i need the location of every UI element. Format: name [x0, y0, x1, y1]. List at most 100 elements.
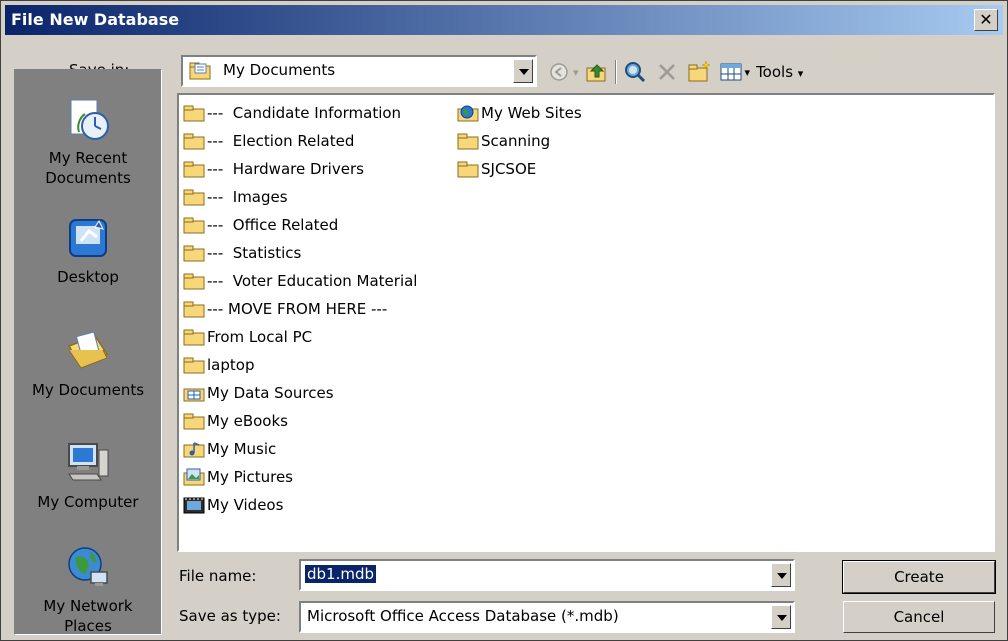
list-item-label: laptop	[207, 356, 255, 374]
list-item-label: --- Election Related	[207, 132, 355, 150]
save-as-type-label-text: Save as type:	[179, 607, 281, 625]
save-as-type-dropdown-arrow[interactable]	[771, 605, 791, 629]
place-label: Desktop	[57, 268, 119, 286]
list-item[interactable]: --- Voter Education Material	[183, 269, 417, 293]
up-one-level-icon[interactable]	[585, 60, 609, 84]
list-item[interactable]: From Local PC	[183, 325, 312, 349]
search-web-icon[interactable]	[623, 60, 647, 84]
save-as-type-value: Microsoft Office Access Database (*.mdb)	[307, 607, 619, 625]
file-new-database-dialog: File New Database ✕ Save in: My Document…	[0, 0, 1008, 641]
dialog-title: File New Database	[11, 10, 180, 29]
place-my-network-places[interactable]: My Network Places	[15, 544, 161, 636]
back-icon[interactable]	[547, 60, 571, 84]
list-item-label: My Music	[207, 440, 277, 458]
place-my-computer[interactable]: My Computer	[15, 440, 161, 512]
folder-icon	[183, 356, 205, 374]
list-item-label: --- Images	[207, 188, 288, 206]
list-item-label: My Web Sites	[481, 104, 582, 122]
file-name-input[interactable]: db1.mdb	[299, 559, 795, 591]
list-item-label: --- Candidate Information	[207, 104, 402, 122]
folder-icon	[183, 104, 205, 122]
title-bar[interactable]: File New Database ✕	[5, 5, 1003, 35]
place-label: My Network	[43, 597, 133, 615]
music-folder-icon	[183, 440, 205, 458]
list-item[interactable]: --- MOVE FROM HERE ---	[183, 297, 387, 321]
new-folder-icon[interactable]	[687, 60, 711, 84]
save-in-dropdown[interactable]: My Documents	[181, 55, 537, 87]
file-name-dropdown-arrow[interactable]	[771, 563, 791, 587]
save-in-value: My Documents	[223, 61, 336, 79]
list-item-label: --- MOVE FROM HERE ---	[207, 300, 388, 318]
save-in-dropdown-arrow[interactable]	[513, 59, 533, 83]
folder-icon	[183, 272, 205, 290]
list-item[interactable]: My Music	[183, 437, 276, 461]
views-dropdown-icon[interactable]: ▾	[745, 66, 751, 79]
list-item[interactable]: --- Images	[183, 185, 288, 209]
list-item-label: My Data Sources	[207, 384, 334, 402]
list-item[interactable]: My Videos	[183, 493, 283, 517]
folder-icon	[457, 160, 479, 178]
cancel-button[interactable]: Cancel	[843, 601, 995, 633]
recent-documents-icon	[65, 96, 111, 142]
list-item-label: Scanning	[481, 132, 551, 150]
place-label-line2: Documents	[45, 169, 131, 187]
back-dropdown-icon[interactable]: ▾	[573, 66, 579, 79]
tools-dropdown-icon: ▾	[797, 67, 804, 80]
list-item-label: My Videos	[207, 496, 284, 514]
place-label-line2: Places	[64, 617, 112, 635]
tools-label: Tools	[756, 63, 794, 81]
list-item[interactable]: My eBooks	[183, 409, 288, 433]
cancel-button-label: Cancel	[893, 608, 945, 626]
place-label: My Computer	[37, 493, 139, 511]
views-icon[interactable]	[719, 60, 743, 84]
desktop-icon	[65, 215, 111, 261]
list-item[interactable]: Scanning	[457, 129, 550, 153]
list-item-label: My Pictures	[207, 468, 293, 486]
my-documents-icon	[189, 61, 211, 81]
my-documents-icon	[65, 328, 111, 374]
tools-menu[interactable]: Tools ▾	[756, 63, 803, 81]
network-places-icon	[65, 544, 111, 590]
list-item-label: From Local PC	[207, 328, 313, 346]
list-item[interactable]: --- Candidate Information	[183, 101, 401, 125]
file-list[interactable]: --- Candidate Information --- Election Re…	[177, 93, 995, 552]
list-item[interactable]: My Data Sources	[183, 381, 334, 405]
list-item[interactable]: My Pictures	[183, 465, 293, 489]
toolbar-separator	[614, 60, 617, 84]
list-item[interactable]: --- Hardware Drivers	[183, 157, 364, 181]
list-item-label: SJCSOE	[481, 160, 537, 178]
file-name-value: db1.mdb	[305, 565, 377, 583]
folder-icon	[183, 244, 205, 262]
create-button-label: Create	[894, 568, 944, 586]
places-bar: My Recent Documents Desktop My Documents…	[14, 69, 162, 635]
pictures-folder-icon	[183, 468, 205, 486]
close-icon: ✕	[979, 10, 993, 29]
create-button[interactable]: Create	[842, 560, 996, 594]
list-item[interactable]: laptop	[183, 353, 254, 377]
file-name-label: File name:	[179, 567, 256, 585]
toolbar: ▾ ▾ Tools ▾	[547, 57, 803, 87]
place-label: My Recent	[48, 149, 128, 167]
list-item[interactable]: --- Statistics	[183, 241, 301, 265]
place-desktop[interactable]: Desktop	[15, 215, 161, 287]
list-item[interactable]: My Web Sites	[457, 101, 582, 125]
close-button[interactable]: ✕	[974, 9, 998, 31]
videos-folder-icon	[183, 496, 205, 514]
folder-icon	[183, 412, 205, 430]
place-my-recent-documents[interactable]: My Recent Documents	[15, 96, 161, 188]
folder-icon	[457, 132, 479, 150]
delete-icon[interactable]	[655, 60, 679, 84]
place-label: My Documents	[31, 381, 145, 399]
web-sites-icon	[457, 104, 479, 122]
folder-icon	[183, 300, 205, 318]
save-as-type-dropdown[interactable]: Microsoft Office Access Database (*.mdb)	[299, 601, 795, 633]
list-item-label: --- Hardware Drivers	[207, 160, 364, 178]
list-item[interactable]: --- Office Related	[183, 213, 338, 237]
folder-icon	[183, 328, 205, 346]
list-item[interactable]: --- Election Related	[183, 129, 354, 153]
save-as-type-label: Save as type:	[179, 607, 281, 625]
place-my-documents[interactable]: My Documents	[15, 328, 161, 400]
file-name-label-text: File name:	[179, 567, 257, 585]
list-item-label: My eBooks	[207, 412, 288, 430]
list-item[interactable]: SJCSOE	[457, 157, 536, 181]
